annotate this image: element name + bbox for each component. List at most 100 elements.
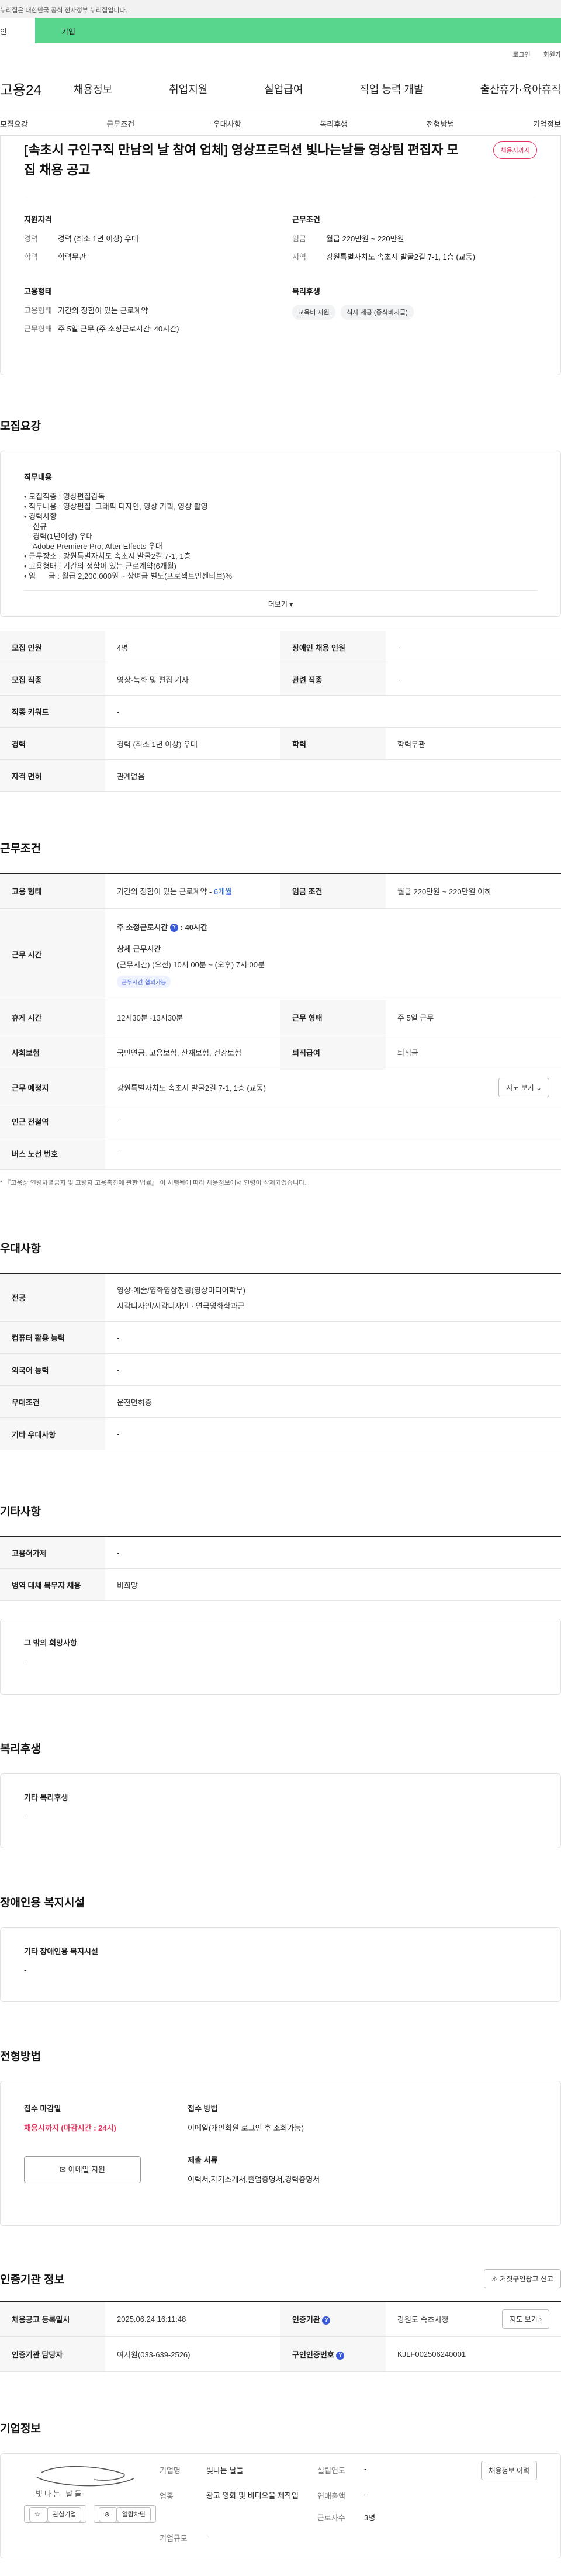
auth-org-name: 강원도 속초시청 xyxy=(397,2315,449,2324)
career-value: 경력 (최소 1년 이상) 우대 xyxy=(105,727,280,760)
tab-company[interactable]: 기업 xyxy=(35,18,561,43)
bus-value: - xyxy=(105,1137,561,1170)
detail-hours-value: (근무시간) (오전) 10시 00분 ~ (오후) 7시 00분 xyxy=(117,960,265,969)
etc-section-title: 기타사항 xyxy=(0,1506,41,1518)
conditions-table: 고용 형태 기간의 정함이 있는 근로계약 - 6개월 임금 조건 월급 220… xyxy=(0,873,561,1170)
weekly-hours-value: : 40시간 xyxy=(180,922,207,932)
industry-value: 광고 영화 및 비디오물 제작업 xyxy=(206,2491,299,2500)
age-discrimination-note: * 『고용상 연령차별금지 및 고령자 고용촉진에 관한 법률』 이 시행됨에 … xyxy=(0,1180,307,1187)
major-label: 전공 xyxy=(0,1273,105,1322)
welfare-section-title: 복리후생 xyxy=(0,1743,41,1755)
company-info-grid: 기업명 빛나는 날들 설립연도 - 채용정보 이력 업종 광고 영화 및 비디오물… xyxy=(160,2461,537,2545)
break-time-label: 휴게 시간 xyxy=(0,1000,105,1035)
wage-value: 월급 220만원 ~ 220만원 xyxy=(326,234,404,243)
map-view-button[interactable]: 지도 보기 › xyxy=(502,2309,549,2329)
method-heading: 접수 방법 xyxy=(188,2104,218,2113)
duty-heading: 직무내용 xyxy=(24,473,52,482)
favorite-company-button[interactable]: ☆ 관심기업 xyxy=(24,2505,87,2523)
gnb-item-parental-leave[interactable]: 출산휴가·육아휴직 xyxy=(480,81,561,96)
prefer-table: 전공 영상·예술/영화영상전공(영상미디어학부) 시각디자인/시각디자인 · 연… xyxy=(0,1273,561,1450)
help-icon[interactable]: ? xyxy=(322,2316,331,2325)
duty-line: - Adobe Premiere Pro, After Effects 우대 xyxy=(24,542,162,551)
language-value: - xyxy=(105,1353,561,1386)
company-scale-label: 기업규모 xyxy=(160,2534,188,2543)
detail-hours-heading: 상세 근무시간 xyxy=(117,944,161,953)
qualification-heading: 지원자격 xyxy=(24,215,52,224)
work-type-value: 주 5일 근무 (주 소정근로시간: 40시간) xyxy=(58,324,179,333)
company-name-value: 빛나는 날들 xyxy=(206,2466,244,2475)
tab-personal[interactable]: 인 xyxy=(0,18,35,43)
related-job-label: 관련 직종 xyxy=(280,663,386,696)
map-view-button[interactable]: 지도 보기 ⌄ xyxy=(498,1078,549,1097)
login-link[interactable]: 로그인 xyxy=(512,51,530,58)
headcount-value: 4명 xyxy=(105,631,280,663)
anchor-apply[interactable]: 전형방법 xyxy=(427,118,455,129)
work-form-label: 근무 형태 xyxy=(280,1000,386,1035)
auth-table: 채용공고 등록일시 2025.06.24 16:11:48 인증기관 ? 강원도… xyxy=(0,2301,561,2372)
work-place-address: 강원특별자치도 속초시 발굴2길 7-1, 1층 (교동) xyxy=(117,1084,266,1092)
qualification-block: 지원자격 경력 경력 (최소 1년 이상) 우대 학력 학력무관 xyxy=(24,213,269,269)
prefer-section-title: 우대사항 xyxy=(0,1243,41,1255)
disabled-facility-heading: 기타 장애인용 복지시설 xyxy=(24,1947,98,1956)
documents-value: 이력서,자기소개서,졸업증명서,경력증명서 xyxy=(188,2175,320,2184)
email-apply-button[interactable]: ✉ 이메일 지원 xyxy=(24,2156,141,2183)
other-wish-heading: 그 밖의 희망사항 xyxy=(24,1638,77,1647)
help-icon[interactable]: ? xyxy=(336,2351,345,2360)
founded-value: - 채용정보 이력 xyxy=(364,2461,537,2482)
more-button[interactable]: 더보기 ▾ xyxy=(24,590,537,616)
auth-number-value: KJLF002506240001 xyxy=(386,2336,561,2372)
other-wish-value: - xyxy=(24,1657,27,1666)
anchor-recruit[interactable]: 모집요강 xyxy=(0,118,28,129)
report-false-ad-button[interactable]: ⚠ 거짓구인광고 신고 xyxy=(484,2269,561,2288)
anchor-welfare[interactable]: 복리후생 xyxy=(320,118,348,129)
etc-table: 고용허가제 - 병역 대체 복무자 채용 비희망 xyxy=(0,1536,561,1601)
work-type-label: 근무형태 xyxy=(24,324,52,333)
deadline-heading: 접수 마감일 xyxy=(24,2104,61,2113)
other-wish-card: 그 밖의 희망사항 - xyxy=(0,1619,561,1695)
job-category-label: 모집 직종 xyxy=(0,663,105,696)
retirement-value: 퇴직금 xyxy=(386,1035,561,1070)
job-history-button[interactable]: 채용정보 이력 xyxy=(481,2461,537,2480)
prefer-condition-label: 우대조건 xyxy=(0,1385,105,1418)
global-navigation: 고용24 채용정보 취업지원 실업급여 직업 능력 개발 출산휴가·육아휴직 xyxy=(0,65,561,112)
education-label: 학력 xyxy=(24,253,38,261)
disabled-headcount-value: - xyxy=(386,631,561,663)
site-logo[interactable]: 고용24 xyxy=(0,78,74,99)
work-permit-value: - xyxy=(105,1536,561,1569)
prefer-condition-value: 운전면허증 xyxy=(105,1385,561,1418)
utility-links: 로그인 회원가 xyxy=(0,43,561,65)
anchor-conditions[interactable]: 근무조건 xyxy=(106,118,134,129)
headcount-label: 모집 인원 xyxy=(0,631,105,663)
help-icon[interactable]: ? xyxy=(169,924,178,932)
status-badge: 채용시까지 xyxy=(493,141,537,159)
retirement-label: 퇴직급여 xyxy=(280,1035,386,1070)
staff-value: 3명 xyxy=(364,2513,376,2522)
anchor-company[interactable]: 기업정보 xyxy=(533,118,561,129)
gnb-item-jobs[interactable]: 채용정보 xyxy=(74,81,112,96)
method-value: 이메일(개인회원 로그인 후 조회가능) xyxy=(188,2124,304,2132)
job-category-value: 영상·녹화 및 편집 기사 xyxy=(105,663,280,696)
work-hours-value: 주 소정근로시간 ? : 40시간 상세 근무시간 (근무시간) (오전) 10… xyxy=(105,908,561,1000)
chevron-down-icon: ▾ xyxy=(289,600,293,608)
join-link[interactable]: 회원가 xyxy=(543,51,561,58)
employment-type-value: 기간의 정함이 있는 근로계약 xyxy=(58,306,148,315)
apply-section-title: 전형방법 xyxy=(0,2051,41,2063)
welfare-chip: 교육비 지원 xyxy=(292,305,335,320)
section-anchor-nav: 모집요강 근무조건 우대사항 복리후생 전형방법 기업정보 xyxy=(0,112,561,136)
education-label: 학력 xyxy=(280,727,386,760)
recruit-table: 모집 인원 4명 장애인 채용 인원 - 모집 직종 영상·녹화 및 편집 기사… xyxy=(0,631,561,792)
duty-line: • 경력사항 xyxy=(24,512,57,521)
gnb-item-unemployment-benefit[interactable]: 실업급여 xyxy=(264,81,303,96)
duty-line: • 근무장소 : 강원특별자치도 속초시 발굴2길 7-1, 1층 xyxy=(24,552,191,561)
break-time-value: 12시30분~13시30분 xyxy=(105,1000,280,1035)
anchor-prefer[interactable]: 우대사항 xyxy=(213,118,241,129)
social-insurance-value: 국민연금, 고용보험, 산재보험, 건강보험 xyxy=(105,1035,280,1070)
work-place-label: 근무 예정지 xyxy=(0,1070,105,1105)
gnb-item-vocational-training[interactable]: 직업 능력 개발 xyxy=(359,81,423,96)
block-view-button[interactable]: ⊘ 열람차단 xyxy=(94,2505,157,2523)
reg-date-value: 2025.06.24 16:11:48 xyxy=(105,2301,280,2337)
gnb-item-employment-support[interactable]: 취업지원 xyxy=(169,81,207,96)
military-value: 비희망 xyxy=(105,1568,561,1601)
company-name-label: 기업명 xyxy=(160,2466,181,2475)
documents-heading: 제출 서류 xyxy=(188,2156,218,2164)
